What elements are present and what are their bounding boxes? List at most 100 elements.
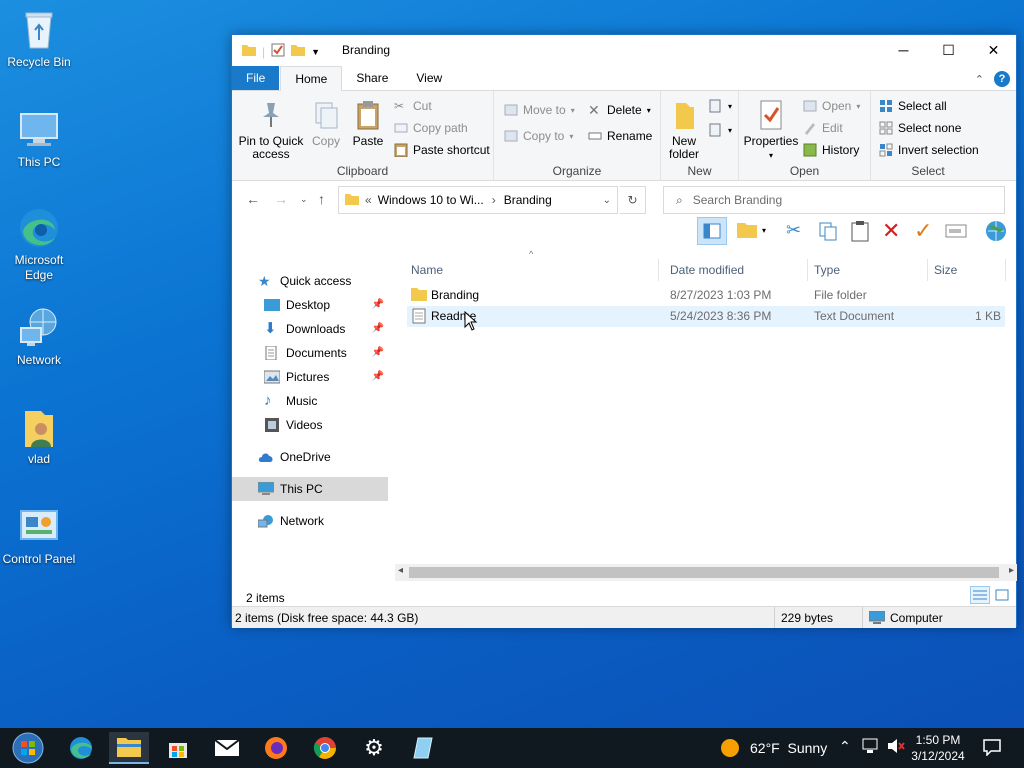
nav-item-network[interactable]: Network <box>232 509 388 533</box>
column-header-name[interactable]: Name <box>405 259 659 281</box>
clock[interactable]: 1:50 PM 3/12/2024 <box>906 732 970 764</box>
rename-toolbar-icon[interactable] <box>945 223 967 242</box>
weather-text[interactable]: 62°F Sunny <box>750 740 827 756</box>
minimize-button[interactable]: ─ <box>881 35 926 65</box>
paste-button[interactable]: Paste <box>348 99 388 148</box>
back-arrow-icon[interactable]: ← <box>246 191 260 207</box>
tab-view[interactable]: View <box>402 66 456 90</box>
column-header-type[interactable]: Type <box>808 259 928 281</box>
cut-toolbar-icon[interactable]: ✂ <box>786 220 801 241</box>
refresh-button[interactable]: ↻ <box>620 186 646 214</box>
forward-arrow-icon[interactable]: → <box>274 191 288 207</box>
paste-shortcut-button[interactable]: Paste shortcut <box>394 143 490 158</box>
new-folder-dropdown-button[interactable]: ▾ <box>736 221 766 239</box>
easy-access-button[interactable]: ▾ <box>709 123 732 137</box>
network-status-icon[interactable] <box>861 737 881 758</box>
taskbar-settings[interactable]: ⚙ <box>354 732 394 764</box>
notifications-icon[interactable] <box>983 738 1001 759</box>
desktop-icon-control-panel[interactable]: Control Panel <box>0 505 78 567</box>
properties-button[interactable]: Properties ▾ <box>743 99 799 162</box>
close-button[interactable]: ✕ <box>971 35 1016 65</box>
scroll-right-icon[interactable]: ▸ <box>1009 565 1014 576</box>
volume-muted-icon[interactable] <box>886 737 906 758</box>
help-icon[interactable]: ? <box>994 71 1010 87</box>
nav-item-pictures[interactable]: Pictures 📌 <box>232 365 388 389</box>
nav-item-downloads[interactable]: ⬇ Downloads 📌 <box>232 317 388 341</box>
taskbar-notepad[interactable] <box>403 732 443 764</box>
show-hidden-icons-icon[interactable]: ⌃ <box>839 738 851 755</box>
breadcrumb-item[interactable]: Branding <box>504 193 552 207</box>
globe-icon[interactable] <box>984 219 1008 246</box>
weather-sun-icon[interactable] <box>720 738 740 761</box>
file-row[interactable]: Branding 8/27/2023 1:03 PM File folder <box>407 285 1005 306</box>
large-icons-view-button[interactable] <box>992 586 1012 604</box>
scrollbar-thumb[interactable] <box>409 567 999 578</box>
recent-locations-icon[interactable]: ⌄ <box>300 194 308 205</box>
desktop-icon-user-folder[interactable]: vlad <box>0 405 78 467</box>
edit-button[interactable]: Edit <box>803 121 843 135</box>
taskbar-chrome[interactable] <box>305 732 345 764</box>
history-button[interactable]: History <box>803 143 859 157</box>
desktop-icon-edge[interactable]: Microsoft Edge <box>0 206 78 283</box>
copy-button[interactable]: Copy <box>306 99 346 148</box>
maximize-button[interactable]: ☐ <box>926 35 971 65</box>
up-arrow-icon[interactable]: ↑ <box>318 191 325 207</box>
breadcrumb-prefix[interactable]: « <box>365 193 372 207</box>
properties-qat-icon[interactable] <box>271 43 285 60</box>
nav-item-quick-access[interactable]: ★ Quick access <box>232 269 388 293</box>
pin-icon[interactable]: 📌 <box>372 347 384 358</box>
qat-dropdown-icon[interactable]: ▼ <box>311 47 320 57</box>
chevron-down-icon[interactable]: ⌄ <box>603 195 611 206</box>
start-button[interactable] <box>6 732 50 764</box>
tab-home[interactable]: Home <box>280 66 343 91</box>
select-none-button[interactable]: Select none <box>879 121 961 135</box>
taskbar-firefox[interactable] <box>256 732 296 764</box>
address-bar[interactable]: « Windows 10 to Wi... › Branding ⌄ <box>338 186 618 214</box>
desktop-icon-recycle-bin[interactable]: Recycle Bin <box>0 8 78 70</box>
pin-icon[interactable]: 📌 <box>372 371 384 382</box>
select-all-button[interactable]: Select all <box>879 99 947 113</box>
taskbar-store[interactable] <box>158 732 198 764</box>
details-view-button[interactable] <box>970 586 990 604</box>
pin-icon[interactable]: 📌 <box>372 323 384 334</box>
taskbar-edge[interactable] <box>61 732 101 764</box>
breadcrumb-item[interactable]: Windows 10 to Wi... <box>378 193 484 207</box>
nav-item-documents[interactable]: Documents 📌 <box>232 341 388 365</box>
cut-button[interactable]: ✂ Cut <box>394 99 432 113</box>
desktop-icon-this-pc[interactable]: This PC <box>0 108 78 170</box>
new-item-button[interactable]: ▾ <box>709 99 732 113</box>
tab-file[interactable]: File <box>232 66 280 90</box>
properties-toolbar-icon[interactable]: ✓ <box>914 218 932 244</box>
column-header-size[interactable]: Size <box>928 259 1006 281</box>
open-button[interactable]: Open ▾ <box>803 99 860 113</box>
horizontal-scrollbar[interactable]: ◂ ▸ <box>395 564 1017 581</box>
taskbar-mail[interactable] <box>207 732 247 764</box>
nav-item-onedrive[interactable]: OneDrive <box>232 445 388 469</box>
preview-pane-button[interactable] <box>697 217 727 245</box>
new-folder-qat-icon[interactable] <box>291 44 306 59</box>
ribbon-collapse-icon[interactable]: ⌃ <box>975 73 984 86</box>
desktop-icon-network[interactable]: Network <box>0 306 78 368</box>
search-input[interactable]: ⌕ Search Branding <box>663 186 1005 214</box>
pin-icon[interactable]: 📌 <box>372 299 384 310</box>
nav-item-desktop[interactable]: Desktop 📌 <box>232 293 388 317</box>
move-to-button[interactable]: Move to ▾ <box>504 103 575 117</box>
nav-item-videos[interactable]: Videos <box>232 413 388 437</box>
nav-item-music[interactable]: ♪ Music <box>232 389 388 413</box>
new-folder-button[interactable]: New folder <box>663 99 705 161</box>
paste-toolbar-icon[interactable] <box>850 220 870 245</box>
taskbar-file-explorer[interactable] <box>109 732 149 764</box>
rename-button[interactable]: Rename <box>588 129 652 143</box>
delete-toolbar-icon[interactable]: ✕ <box>882 218 900 244</box>
column-header-date-modified[interactable]: Date modified <box>664 259 808 281</box>
copy-path-button[interactable]: Copy path <box>394 121 468 135</box>
nav-item-this-pc[interactable]: This PC <box>232 477 388 501</box>
tab-share[interactable]: Share <box>342 66 402 90</box>
invert-selection-button[interactable]: Invert selection <box>879 143 979 157</box>
pin-to-quick-access-button[interactable]: Pin to Quick access <box>238 99 304 161</box>
copy-to-button[interactable]: Copy to ▾ <box>504 129 573 143</box>
scroll-left-icon[interactable]: ◂ <box>398 565 403 576</box>
copy-toolbar-icon[interactable] <box>818 221 838 244</box>
file-row[interactable]: Readme 5/24/2023 8:36 PM Text Document 1… <box>407 306 1005 327</box>
delete-button[interactable]: ✕ Delete ▾ <box>588 103 651 117</box>
